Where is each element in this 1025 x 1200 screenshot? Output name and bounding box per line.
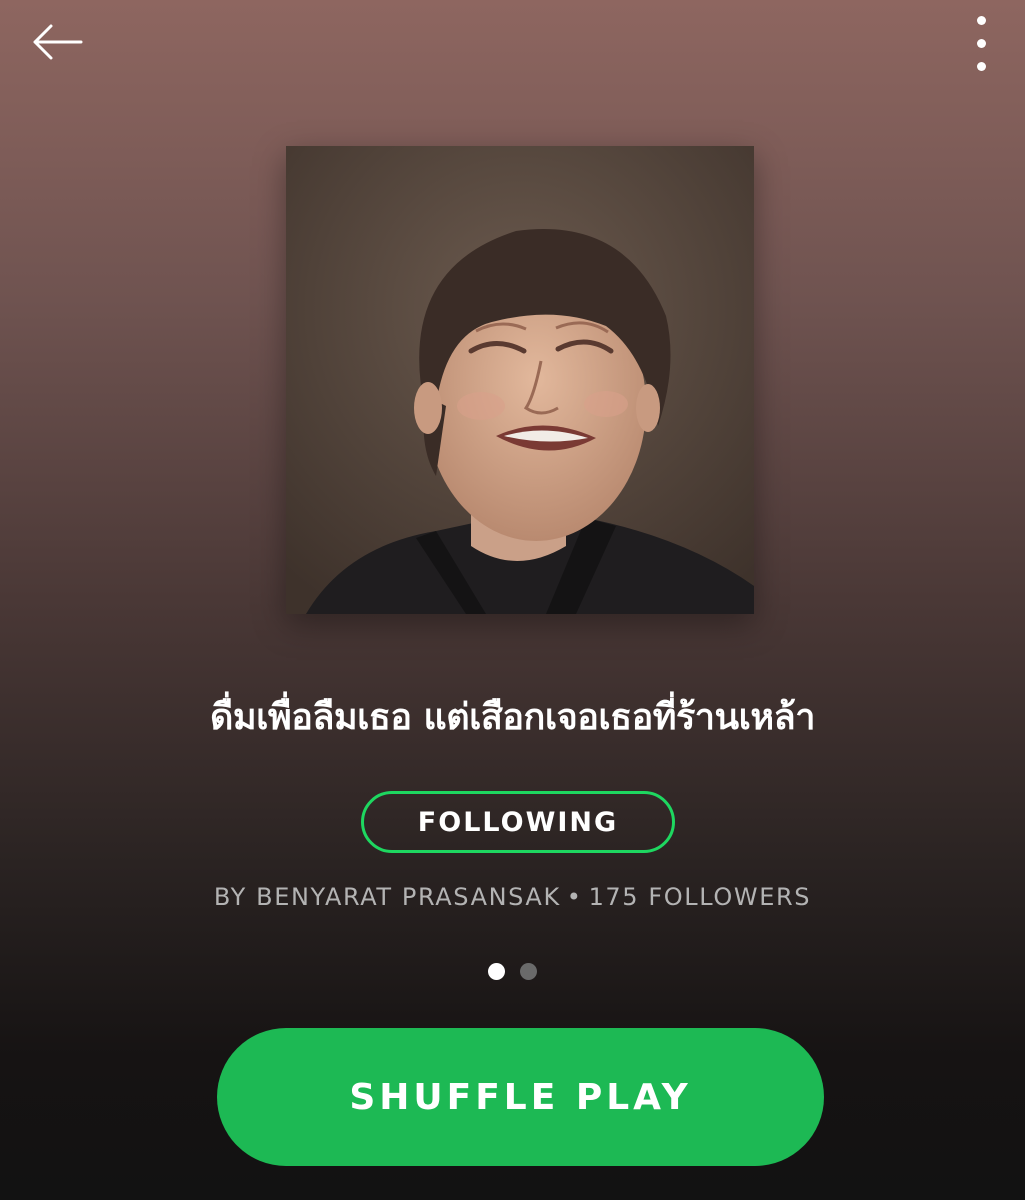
more-vertical-icon-dot [976, 38, 986, 48]
arrow-left-icon [33, 24, 83, 60]
playlist-cover-image [286, 146, 754, 614]
owner-link[interactable]: BY BENYARAT PRASANSAK [214, 883, 561, 911]
shuffle-play-button[interactable]: SHUFFLE PLAY [217, 1028, 824, 1166]
more-options-button[interactable] [957, 8, 1005, 78]
followers-count: 175 FOLLOWERS [588, 883, 812, 911]
byline-separator: • [566, 883, 583, 911]
playlist-byline: BY BENYARAT PRASANSAK • 175 FOLLOWERS [0, 883, 1025, 911]
cover-photo [286, 146, 754, 614]
page-dot-inactive[interactable] [520, 963, 537, 980]
more-vertical-icon [976, 15, 986, 25]
playlist-title: ดื่มเพื่อลืมเธอ แต่เสือกเจอเธอที่ร้านเหล… [210, 697, 815, 738]
back-button[interactable] [22, 14, 92, 70]
more-vertical-icon-dot [976, 61, 986, 71]
page-indicator [0, 963, 1025, 980]
following-button[interactable]: FOLLOWING [361, 791, 675, 853]
playlist-screen: ดื่มเพื่อลืมเธอ แต่เสือกเจอเธอที่ร้านเหล… [0, 0, 1025, 1200]
page-dot-active[interactable] [488, 963, 505, 980]
